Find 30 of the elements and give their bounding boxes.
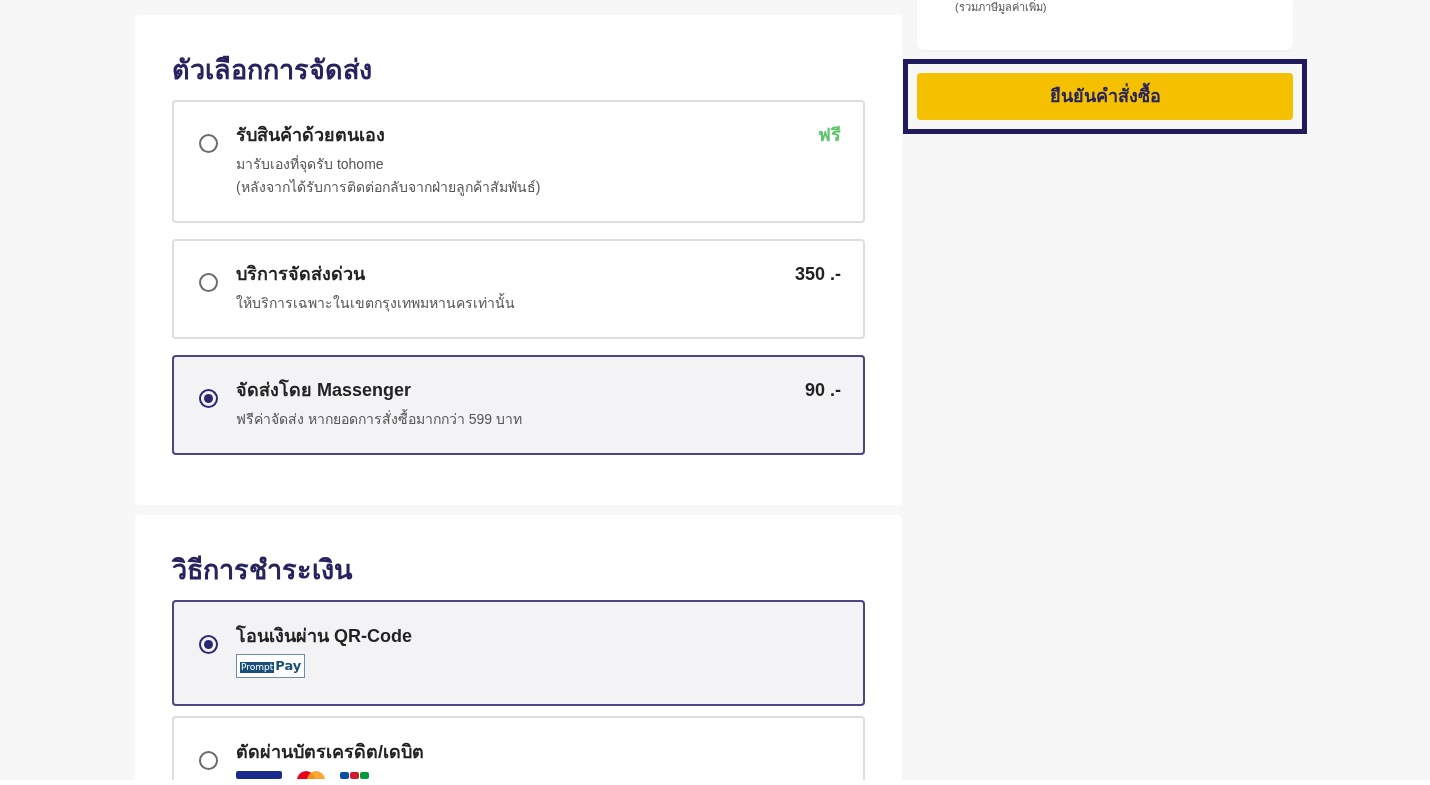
option-card[interactable]: บริการจัดส่งด่วน 350 .- ให้บริการเฉพาะในเขตกรุงเทพมหานครเท่านั้น <box>172 239 865 339</box>
confirm-order-button[interactable]: ยืนยันคำสั่งซื้อ <box>917 73 1293 120</box>
option-title: จัดส่งโดย Massenger <box>236 378 412 402</box>
radio-button[interactable] <box>199 389 218 408</box>
option-title: โอนเงินผ่าน QR-Code <box>236 624 413 648</box>
option-title: รับสินค้าด้วยตนเอง <box>236 124 385 147</box>
option-description: ให้บริการเฉพาะในเขตกรุงเทพมหานครเท่านั้น <box>236 292 516 314</box>
promptpay-logo: Prompt Pay <box>236 654 306 678</box>
option-description: ฟรีค่าจัดส่ง หากยอดการสั่งซื้อมากกว่า 599 บาท <box>236 408 524 429</box>
radio-button[interactable] <box>199 134 218 153</box>
option-description: (หลังจากได้รับการติดต่อกลับจากฝ่ายลูกค้าสัมพันธ์) <box>236 178 542 198</box>
option-card[interactable]: จัดส่งโดย Massenger 90 .- ฟรีค่าจัดส่ง หากยอดการสั่งซื้อมากกว่า 599 บาท <box>172 355 865 455</box>
overlapping-circles-icon <box>294 770 328 779</box>
tax-note: (รวมภาษีมูลค่าเพิ่ม) <box>955 0 1048 14</box>
striped-tiles-icon <box>340 770 370 779</box>
radio-button[interactable] <box>199 273 218 292</box>
option-description: มารับเองที่จุดรับ tohome <box>236 154 385 175</box>
price-text: ฟรี <box>818 124 841 147</box>
section-heading: ตัวเลือกการจัดส่ง <box>172 54 373 87</box>
option-card[interactable]: ตัดผ่านบัตรเครดิต/เดบิต <box>172 716 865 780</box>
card-logo-icon <box>236 770 282 779</box>
option-card[interactable]: โอนเงินผ่าน QR-Code Prompt Pay <box>172 600 865 706</box>
price-text: 350 .- <box>794 263 841 286</box>
radio-button[interactable] <box>199 635 218 654</box>
radio-button[interactable] <box>199 751 218 770</box>
option-title: ตัดผ่านบัตรเครดิต/เดบิต <box>236 741 425 764</box>
price-text: 90 .- <box>804 379 841 402</box>
option-title: บริการจัดส่งด่วน <box>236 263 365 286</box>
option-card[interactable]: รับสินค้าด้วยตนเอง ฟรี มารับเองที่จุดรับ tohome (หลังจากได้รับการติดต่อกลับจากฝ่ายลูกค้าสัมพันธ์) <box>172 100 865 223</box>
section-heading: วิธีการชำระเงิน <box>172 554 354 587</box>
